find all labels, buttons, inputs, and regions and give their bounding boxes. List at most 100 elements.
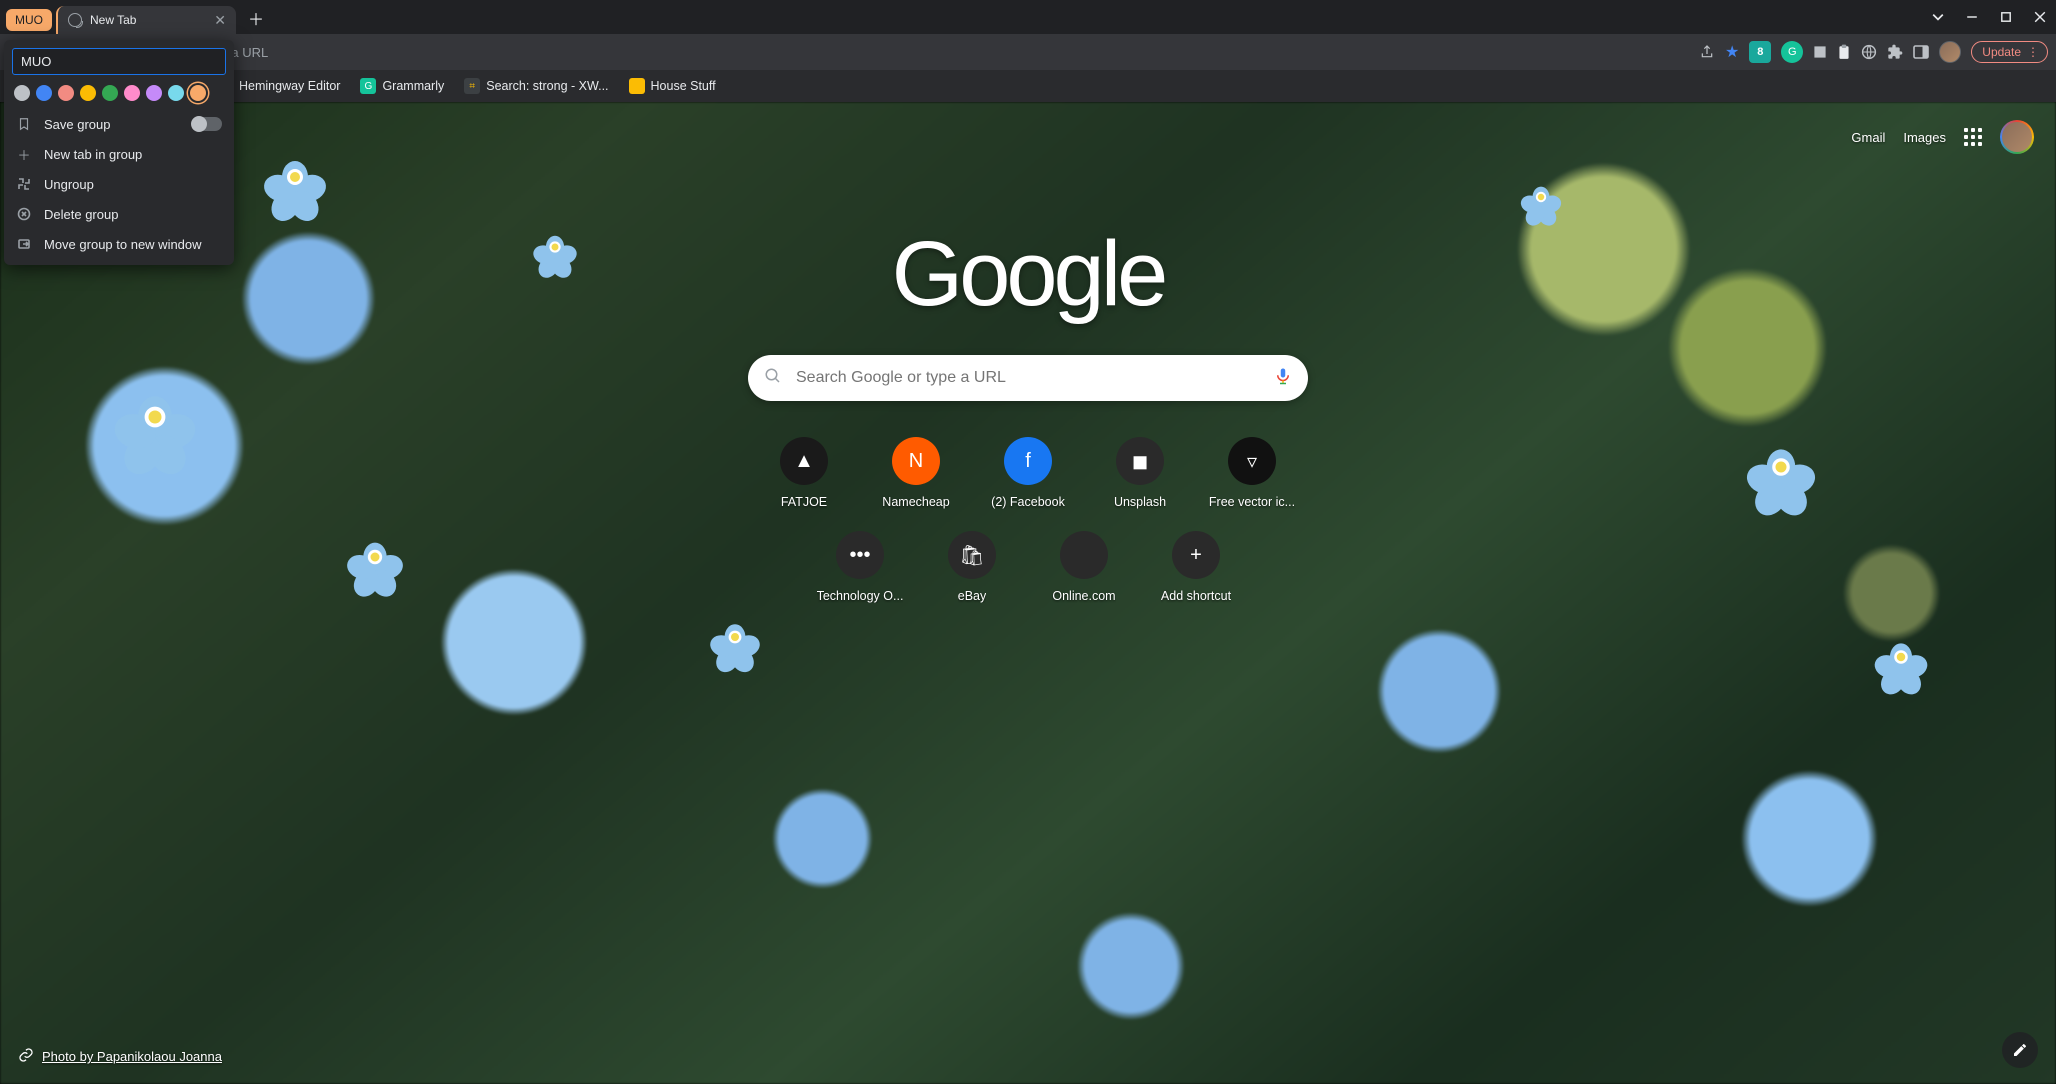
bookmark-favicon-icon (629, 78, 645, 94)
shortcuts-row-1: ▲ FATJOE NNamecheap f (2) Facebook ◼Unsplash▿… (748, 429, 1308, 517)
tab-new-tab[interactable]: New Tab ✕ (56, 6, 236, 34)
menu-ungroup[interactable]: Ungroup (12, 169, 226, 199)
share-icon[interactable] (1699, 44, 1715, 60)
group-color-swatch[interactable] (168, 85, 184, 101)
extension-grammarly-icon[interactable]: G (1781, 41, 1803, 63)
menu-move-group[interactable]: Move group to new window (12, 229, 226, 259)
update-button[interactable]: Update⋮ (1971, 41, 2048, 63)
shortcut-tile[interactable]: ◼Unsplash (1084, 429, 1196, 517)
tab-group-pill[interactable]: MUO (6, 9, 52, 31)
bookmark-outline-icon (16, 116, 32, 132)
shortcut-icon: + (1172, 531, 1220, 579)
bookmark-star-icon[interactable]: ★ (1725, 42, 1739, 62)
extensions-icon[interactable] (1887, 44, 1903, 60)
shortcut-label: Add shortcut (1161, 589, 1231, 603)
extension-globe-icon[interactable] (1861, 44, 1877, 60)
google-logo: Google (892, 222, 1165, 327)
images-link[interactable]: Images (1903, 130, 1946, 145)
menu-label: Move group to new window (44, 237, 202, 252)
bookmark-item[interactable]: G Grammarly (360, 78, 444, 94)
search-input[interactable] (796, 369, 1260, 387)
group-color-swatch[interactable] (190, 85, 206, 101)
bookmark-item[interactable]: HHemingway Editor (217, 78, 340, 94)
move-window-icon (16, 236, 32, 252)
search-icon (764, 367, 782, 390)
shortcut-label: Technology O... (817, 589, 904, 603)
bookmark-item[interactable]: ⌗Search: strong - XW... (464, 78, 608, 94)
shortcut-tile[interactable]: 🛍eBay (916, 523, 1028, 611)
group-name-input[interactable] (12, 48, 226, 75)
shortcut-icon: ▲ (780, 437, 828, 485)
group-color-swatch[interactable] (124, 85, 140, 101)
shortcut-label: eBay (958, 589, 987, 603)
ntp-center: Google ▲ FATJOE NNamecheap f (2) Facebook ◼Un… (748, 222, 1308, 611)
group-color-swatch[interactable] (146, 85, 162, 101)
bookmark-label: Grammarly (382, 79, 444, 93)
voice-search-icon[interactable] (1274, 365, 1292, 392)
menu-label: Ungroup (44, 177, 94, 192)
gmail-link[interactable]: Gmail (1851, 130, 1885, 145)
shortcut-label: Free vector ic... (1209, 495, 1295, 509)
extension-generic-1-icon[interactable] (1813, 45, 1827, 59)
toolbar: or type a URL ★ 8 G Update⋮ (0, 34, 2056, 70)
titlebar: MUO New Tab ✕ ＋ (0, 0, 2056, 34)
ungroup-icon (16, 176, 32, 192)
menu-label: Save group (44, 117, 111, 132)
tab-group-menu: Save group ＋ New tab in group Ungroup De… (4, 40, 234, 265)
link-icon (18, 1047, 34, 1066)
bookmark-favicon-icon: ⌗ (464, 78, 480, 94)
shortcuts-row-2: ••• Technology O... 🛍eBay Online.com + Add sh… (804, 523, 1252, 611)
bookmark-item[interactable]: House Stuff (629, 78, 716, 94)
shortcut-tile[interactable]: f (2) Facebook (972, 429, 1084, 517)
menu-label: New tab in group (44, 147, 142, 162)
group-color-swatch[interactable] (58, 85, 74, 101)
shortcut-icon: f (1004, 437, 1052, 485)
new-tab-button[interactable]: ＋ (242, 4, 270, 32)
pencil-icon (2012, 1042, 2028, 1058)
group-color-row (12, 75, 226, 109)
tab-search-button[interactable] (1922, 3, 1954, 31)
bookmarks-bar: HHemingway Editor G Grammarly ⌗Search: stro… (0, 70, 2056, 102)
bookmark-label: House Stuff (651, 79, 716, 93)
close-window-button[interactable] (2024, 3, 2056, 31)
menu-delete-group[interactable]: Delete group (12, 199, 226, 229)
group-color-swatch[interactable] (14, 85, 30, 101)
shortcut-label: Online.com (1052, 589, 1115, 603)
profile-avatar-icon[interactable] (1939, 41, 1961, 63)
new-tab-page: Gmail Images Google ▲ FATJOE NNamecheap f (2… (0, 102, 2056, 1084)
customize-button[interactable] (2002, 1032, 2038, 1068)
shortcut-label: FATJOE (781, 495, 827, 509)
account-avatar[interactable] (2000, 120, 2034, 154)
tab-title: New Tab (90, 13, 136, 27)
side-panel-icon[interactable] (1913, 44, 1929, 60)
shortcut-tile[interactable]: ▿Free vector ic... (1196, 429, 1308, 517)
photo-credit-link[interactable]: Photo by Papanikolaou Joanna (42, 1049, 222, 1064)
delete-icon (16, 206, 32, 222)
shortcut-icon (1060, 531, 1108, 579)
search-box[interactable] (748, 355, 1308, 401)
shortcut-tile[interactable]: ••• Technology O... (804, 523, 916, 611)
shortcut-tile[interactable]: NNamecheap (860, 429, 972, 517)
plus-icon: ＋ (16, 146, 32, 162)
extension-clipboard-icon[interactable] (1837, 44, 1851, 60)
window-controls (1922, 0, 2056, 34)
menu-new-tab-in-group[interactable]: ＋ New tab in group (12, 139, 226, 169)
shortcut-tile[interactable]: ▲ FATJOE (748, 429, 860, 517)
bookmark-favicon-icon: G (360, 78, 376, 94)
save-group-toggle[interactable] (192, 117, 222, 131)
shortcut-icon: ••• (836, 531, 884, 579)
google-apps-icon[interactable] (1964, 128, 1982, 146)
shortcut-icon: ◼ (1116, 437, 1164, 485)
group-color-swatch[interactable] (80, 85, 96, 101)
extension-8-icon[interactable]: 8 (1749, 41, 1771, 63)
group-color-swatch[interactable] (102, 85, 118, 101)
maximize-button[interactable] (1990, 3, 2022, 31)
menu-save-group[interactable]: Save group (12, 109, 226, 139)
shortcut-tile[interactable]: + Add shortcut (1140, 523, 1252, 611)
shortcut-label: (2) Facebook (991, 495, 1065, 509)
tab-close-icon[interactable]: ✕ (214, 12, 226, 29)
minimize-button[interactable] (1956, 3, 1988, 31)
shortcut-tile[interactable]: Online.com (1028, 523, 1140, 611)
photo-credit: Photo by Papanikolaou Joanna (18, 1047, 222, 1066)
group-color-swatch[interactable] (36, 85, 52, 101)
